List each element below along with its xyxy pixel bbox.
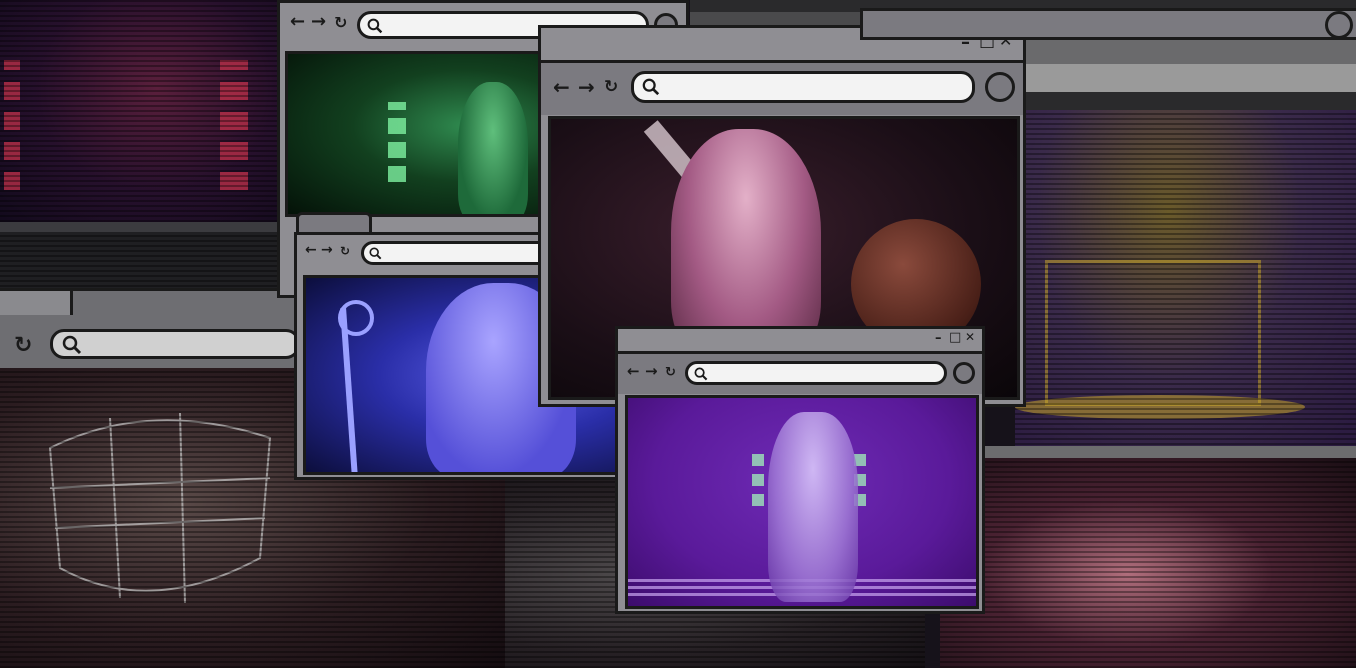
bg-panel-red-neon [0, 0, 285, 222]
nav-bar: ← → ↻ [541, 60, 1023, 115]
forward-arrow-icon[interactable]: → [321, 243, 333, 257]
search-icon [367, 18, 383, 34]
bg-partial-browser: ↻ [0, 288, 300, 371]
bg-partial-window-right [860, 8, 1356, 40]
reload-icon[interactable]: ↻ [334, 15, 347, 31]
back-arrow-icon[interactable]: ← [627, 364, 640, 379]
forward-arrow-icon[interactable]: → [311, 13, 326, 31]
nav-bar: ← → ↻ [618, 351, 982, 394]
browser-window-purple: – □ ✕ ← → ↻ [615, 326, 985, 614]
url-bar[interactable] [631, 71, 975, 103]
minimize-icon[interactable]: – [935, 332, 942, 345]
profile-circle[interactable] [953, 362, 975, 384]
forward-arrow-icon[interactable]: → [578, 77, 595, 97]
close-icon[interactable]: ✕ [965, 331, 975, 343]
back-arrow-icon[interactable]: ← [553, 77, 570, 97]
profile-circle[interactable] [985, 72, 1015, 102]
viewport-purple-photo [625, 395, 979, 609]
reload-icon[interactable]: ↻ [340, 245, 350, 257]
back-arrow-icon[interactable]: ← [290, 13, 305, 31]
search-icon [694, 367, 708, 381]
reload-icon[interactable]: ↻ [604, 79, 618, 96]
search-icon [369, 247, 382, 260]
search-icon [642, 78, 660, 96]
maximize-icon[interactable]: □ [949, 331, 961, 344]
reload-icon[interactable]: ↻ [665, 366, 676, 379]
bg-separator [0, 222, 290, 232]
bg-panel-hockey-goalie [1015, 110, 1356, 450]
back-arrow-icon[interactable]: ← [305, 243, 317, 257]
bg-panel-pink-hair [940, 458, 1356, 668]
viewport-green-photo [285, 51, 545, 217]
forward-arrow-icon[interactable]: → [645, 364, 658, 379]
bg-separator-right [985, 446, 1356, 458]
bg-panel-dark-strip [0, 232, 290, 292]
url-bar[interactable] [685, 361, 947, 385]
title-bar: – □ ✕ [618, 329, 982, 351]
